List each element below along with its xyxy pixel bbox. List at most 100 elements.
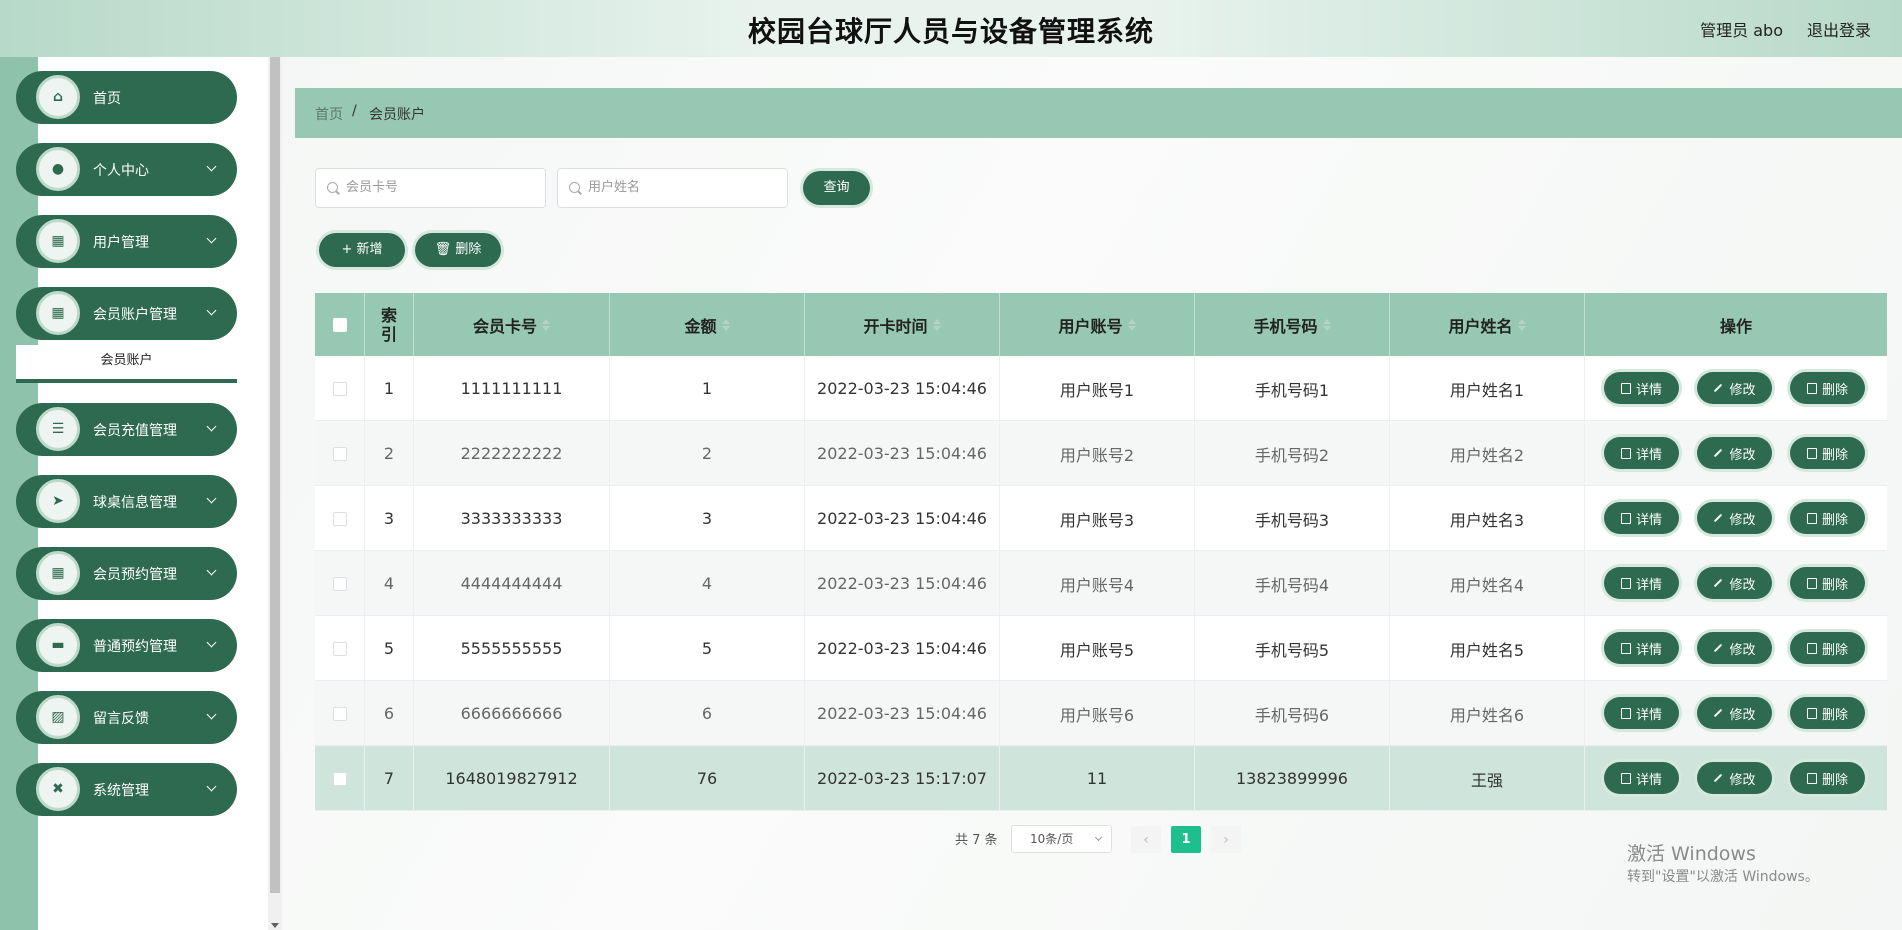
table-cell: 76 bbox=[610, 746, 805, 811]
next-page-button[interactable]: › bbox=[1211, 826, 1241, 853]
detail-button[interactable]: 详情 bbox=[1604, 502, 1679, 534]
table-row[interactable]: 3 3333333333 3 2022-03-23 15:04:46 用户账号3 手机号码… bbox=[315, 486, 1887, 551]
row-checkbox[interactable] bbox=[332, 576, 347, 591]
scrollbar-thumb[interactable] bbox=[270, 57, 280, 893]
user-name-search-input[interactable]: 用户姓名 bbox=[557, 168, 788, 208]
edit-button[interactable]: 修改 bbox=[1697, 567, 1772, 599]
detail-button[interactable]: 详情 bbox=[1604, 762, 1679, 794]
detail-button[interactable]: 详情 bbox=[1604, 567, 1679, 599]
row-checkbox[interactable] bbox=[332, 446, 347, 461]
table-cell: 2022-03-23 15:04:46 bbox=[805, 356, 1000, 421]
delete-button[interactable]: 删除 bbox=[1790, 502, 1865, 534]
submenu-item-member-account[interactable]: 会员账户 bbox=[16, 345, 237, 383]
sort-icon[interactable] bbox=[721, 318, 730, 331]
sort-icon[interactable] bbox=[542, 318, 550, 331]
pen-icon bbox=[1714, 708, 1723, 718]
row-checkbox[interactable] bbox=[332, 381, 347, 396]
sidebar-item-9[interactable]: ✖ 系统管理 bbox=[16, 763, 237, 816]
detail-button[interactable]: 详情 bbox=[1604, 437, 1679, 469]
delete-button[interactable]: 删除 bbox=[1790, 632, 1865, 664]
table-cell: 用户姓名4 bbox=[1390, 551, 1585, 616]
chevron-left-icon: ‹ bbox=[1143, 831, 1149, 848]
table-row[interactable]: 2 2222222222 2 2022-03-23 15:04:46 用户账号2 手机号码… bbox=[315, 421, 1887, 486]
sidebar-item-5[interactable]: ➤ 球桌信息管理 bbox=[16, 475, 237, 528]
card-number-search-input[interactable]: 会员卡号 bbox=[315, 168, 546, 208]
sort-icon[interactable] bbox=[1127, 318, 1136, 331]
table-cell: 3333333333 bbox=[414, 486, 610, 551]
sort-icon[interactable] bbox=[1322, 318, 1331, 331]
grid-icon: ▦ bbox=[36, 219, 80, 263]
page-size-select[interactable]: 10条/页 bbox=[1011, 825, 1112, 853]
row-select-cell bbox=[315, 746, 365, 811]
table-cell: 王强 bbox=[1390, 746, 1585, 811]
column-header-phone[interactable]: 手机号码 bbox=[1195, 293, 1390, 356]
breadcrumb-home[interactable]: 首页 bbox=[315, 104, 343, 124]
chevron-down-icon bbox=[206, 161, 217, 172]
sidebar-item-8[interactable]: ▨ 留言反馈 bbox=[16, 691, 237, 744]
edit-button[interactable]: 修改 bbox=[1697, 762, 1772, 794]
delete-button[interactable]: 删除 bbox=[1790, 437, 1865, 469]
send-icon: ➤ bbox=[36, 479, 80, 523]
sidebar-item-2[interactable]: ▦ 用户管理 bbox=[16, 215, 237, 268]
add-button[interactable]: + 新增 bbox=[319, 233, 405, 267]
table-cell: 2222222222 bbox=[414, 421, 610, 486]
delete-button[interactable]: 删除 bbox=[1790, 697, 1865, 729]
page-button-1[interactable]: 1 bbox=[1171, 826, 1201, 853]
column-header-amount[interactable]: 金额 bbox=[610, 293, 805, 356]
row-checkbox[interactable] bbox=[332, 511, 347, 526]
edit-button-label: 修改 bbox=[1729, 447, 1756, 463]
column-header-open-time[interactable]: 开卡时间 bbox=[805, 293, 1000, 356]
detail-button[interactable]: 详情 bbox=[1604, 372, 1679, 404]
column-header-user-name[interactable]: 用户姓名 bbox=[1390, 293, 1585, 356]
sidebar-item-3[interactable]: ▦ 会员账户管理 bbox=[16, 287, 237, 340]
logout-link[interactable]: 退出登录 bbox=[1807, 17, 1871, 41]
edit-button[interactable]: 修改 bbox=[1697, 437, 1772, 469]
delete-button[interactable]: 删除 bbox=[1790, 567, 1865, 599]
table-row[interactable]: 5 5555555555 5 2022-03-23 15:04:46 用户账号5 手机号码… bbox=[315, 616, 1887, 681]
pagination-total: 共 7 条 bbox=[955, 833, 998, 848]
edit-button[interactable]: 修改 bbox=[1697, 372, 1772, 404]
table-cell: 手机号码6 bbox=[1195, 681, 1390, 746]
table-row[interactable]: 1 1111111111 1 2022-03-23 15:04:46 用户账号1 手机号码… bbox=[315, 356, 1887, 421]
edit-button[interactable]: 修改 bbox=[1697, 502, 1772, 534]
batch-delete-button[interactable]: 🗑 删除 bbox=[415, 233, 501, 267]
query-button[interactable]: 查询 bbox=[803, 171, 870, 205]
ticket-icon: ✖ bbox=[36, 767, 80, 811]
column-header-card-number[interactable]: 会员卡号 bbox=[414, 293, 610, 356]
trash-icon bbox=[1806, 447, 1817, 459]
chevron-down-icon bbox=[206, 421, 217, 432]
top-header: 校园台球厅人员与设备管理系统 管理员 abo 退出登录 bbox=[0, 0, 1902, 57]
sort-icon[interactable] bbox=[932, 318, 941, 331]
breadcrumb-current: 会员账户 bbox=[369, 107, 425, 123]
document-icon bbox=[1620, 382, 1631, 394]
row-checkbox[interactable] bbox=[332, 641, 347, 656]
prev-page-button[interactable]: ‹ bbox=[1131, 826, 1161, 853]
column-header-user-account[interactable]: 用户账号 bbox=[1000, 293, 1195, 356]
column-header-amount-label: 金额 bbox=[684, 316, 717, 336]
sidebar-scrollbar[interactable] bbox=[268, 57, 282, 930]
add-button-label: 新增 bbox=[356, 242, 383, 257]
sidebar-item-1[interactable]: ● 个人中心 bbox=[16, 143, 237, 196]
edit-button[interactable]: 修改 bbox=[1697, 697, 1772, 729]
scroll-down-icon[interactable] bbox=[271, 923, 279, 928]
delete-button[interactable]: 删除 bbox=[1790, 762, 1865, 794]
row-checkbox[interactable] bbox=[332, 706, 347, 721]
detail-button[interactable]: 详情 bbox=[1604, 632, 1679, 664]
table-row[interactable]: 4 4444444444 4 2022-03-23 15:04:46 用户账号4 手机号码… bbox=[315, 551, 1887, 616]
sidebar-item-0[interactable]: ⌂ 首页 bbox=[16, 71, 237, 124]
detail-button[interactable]: 详情 bbox=[1604, 697, 1679, 729]
sort-icon[interactable] bbox=[1517, 318, 1526, 331]
select-all-checkbox[interactable] bbox=[332, 317, 347, 332]
delete-button[interactable]: 删除 bbox=[1790, 372, 1865, 404]
edit-button[interactable]: 修改 bbox=[1697, 632, 1772, 664]
table-row[interactable]: 6 6666666666 6 2022-03-23 15:04:46 用户账号6 手机号码… bbox=[315, 681, 1887, 746]
row-checkbox[interactable] bbox=[332, 771, 347, 786]
sidebar-item-7[interactable]: ▬ 普通预约管理 bbox=[16, 619, 237, 672]
app-title: 校园台球厅人员与设备管理系统 bbox=[747, 15, 1154, 48]
column-header-phone-label: 手机号码 bbox=[1253, 316, 1318, 336]
sidebar-item-4[interactable]: ☰ 会员充值管理 bbox=[16, 403, 237, 456]
table-row[interactable]: 7 1648019827912 76 2022-03-23 15:17:07 11 138… bbox=[315, 746, 1887, 811]
card-number-placeholder: 会员卡号 bbox=[346, 180, 399, 195]
sidebar-item-6[interactable]: ▦ 会员预约管理 bbox=[16, 547, 237, 600]
table-cell: 2022-03-23 15:04:46 bbox=[805, 551, 1000, 616]
